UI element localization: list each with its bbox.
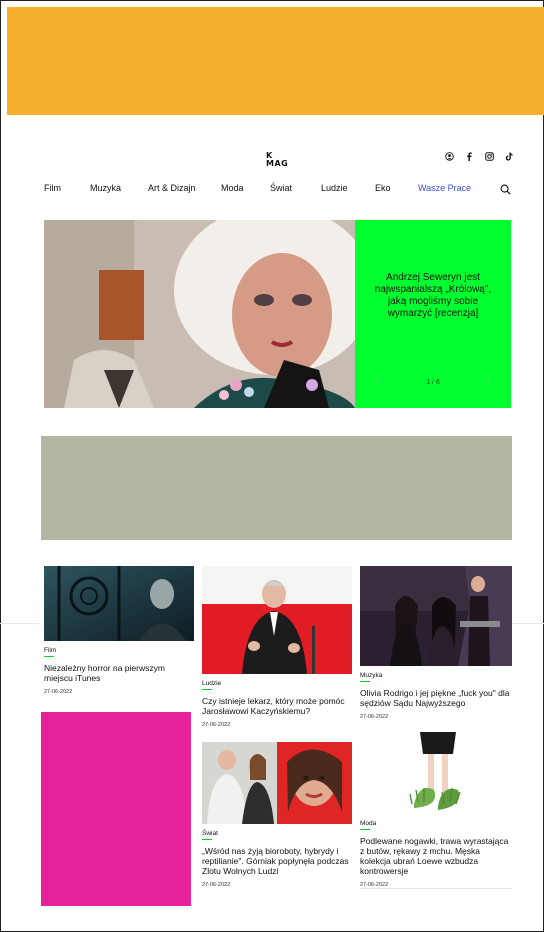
article-thumbnail[interactable] bbox=[202, 566, 352, 674]
article-thumbnail[interactable] bbox=[360, 732, 512, 814]
article-title[interactable]: Olivia Rodrigo i jej piękne „fuck you" d… bbox=[360, 688, 512, 708]
article-thumbnail[interactable] bbox=[44, 566, 194, 641]
article-category[interactable]: Moda bbox=[360, 820, 512, 827]
divider bbox=[360, 888, 512, 889]
nav-item-moda[interactable]: Moda bbox=[221, 183, 244, 193]
site-logo[interactable]: K MAG bbox=[266, 152, 288, 168]
article-card-muzyka[interactable]: Muzyka Olivia Rodrigo i jej piękne „fuck… bbox=[360, 566, 512, 720]
article-card-swiat[interactable]: Świat „Wśród nas żyją bioroboty, hybrydy… bbox=[202, 742, 352, 888]
main-nav: Film Muzyka Art & Dizajn Moda Świat Ludz… bbox=[0, 183, 544, 197]
mid-ad-banner[interactable] bbox=[41, 436, 512, 540]
category-underline bbox=[202, 689, 212, 690]
divider bbox=[512, 623, 544, 624]
hero-image[interactable] bbox=[44, 220, 355, 408]
article-thumbnail[interactable] bbox=[360, 566, 512, 666]
user-icon[interactable] bbox=[444, 152, 454, 163]
article-category[interactable]: Film bbox=[44, 647, 194, 654]
hero-caption-panel[interactable]: Andrzej Seweryn jest najwspanialszą „Kró… bbox=[355, 220, 511, 408]
nav-item-film[interactable]: Film bbox=[44, 183, 61, 193]
article-date: 27-06-2022 bbox=[202, 882, 231, 888]
article-title[interactable]: Podlewane nogawki, trawa wyrastająca z b… bbox=[360, 836, 512, 876]
article-date: 27-06-2022 bbox=[360, 714, 389, 720]
category-underline bbox=[44, 656, 54, 657]
article-title[interactable]: Niezależny horror na pierwszym miejscu i… bbox=[44, 663, 194, 683]
article-card-ludzie[interactable]: Ludzie Czy istnieje lekarz, który może p… bbox=[202, 566, 352, 728]
article-date: 27-06-2022 bbox=[202, 722, 231, 728]
side-ad-banner[interactable] bbox=[41, 712, 191, 906]
article-thumbnail[interactable] bbox=[202, 742, 352, 824]
nav-item-muzyka[interactable]: Muzyka bbox=[90, 183, 121, 193]
search-icon[interactable] bbox=[500, 182, 512, 195]
article-title[interactable]: Czy istnieje lekarz, który może pomóc Ja… bbox=[202, 696, 352, 716]
article-category[interactable]: Muzyka bbox=[360, 672, 512, 679]
category-underline bbox=[360, 829, 370, 830]
social-links bbox=[444, 152, 514, 163]
article-category[interactable]: Ludzie bbox=[202, 680, 352, 687]
instagram-icon[interactable] bbox=[484, 152, 494, 163]
divider bbox=[0, 623, 40, 624]
chevron-right-icon[interactable]: › bbox=[486, 372, 491, 388]
nav-item-art-dizajn[interactable]: Art & Dizajn bbox=[148, 183, 196, 193]
category-underline bbox=[202, 839, 212, 840]
article-category[interactable]: Świat bbox=[202, 830, 352, 837]
nav-item-swiat[interactable]: Świat bbox=[270, 183, 292, 193]
hero-slider[interactable]: Andrzej Seweryn jest najwspanialszą „Kró… bbox=[44, 220, 511, 408]
article-title[interactable]: „Wśród nas żyją bioroboty, hybrydy i rep… bbox=[202, 846, 352, 876]
article-card-film[interactable]: Film Niezależny horror na pierwszym miej… bbox=[44, 566, 194, 695]
tiktok-icon[interactable] bbox=[504, 152, 514, 163]
article-card-moda[interactable]: Moda Podlewane nogawki, trawa wyrastając… bbox=[360, 732, 512, 888]
facebook-icon[interactable] bbox=[464, 152, 474, 163]
nav-item-wasze-prace[interactable]: Wasze Prace bbox=[418, 183, 471, 193]
nav-item-ludzie[interactable]: Ludzie bbox=[321, 183, 348, 193]
category-underline bbox=[360, 681, 370, 682]
nav-item-eko[interactable]: Eko bbox=[375, 183, 391, 193]
top-ad-banner[interactable] bbox=[7, 7, 544, 115]
article-date: 27-06-2022 bbox=[44, 689, 73, 695]
logo-line2: MAG bbox=[266, 159, 289, 168]
hero-title[interactable]: Andrzej Seweryn jest najwspanialszą „Kró… bbox=[373, 272, 493, 320]
site-header: K MAG bbox=[0, 140, 544, 180]
